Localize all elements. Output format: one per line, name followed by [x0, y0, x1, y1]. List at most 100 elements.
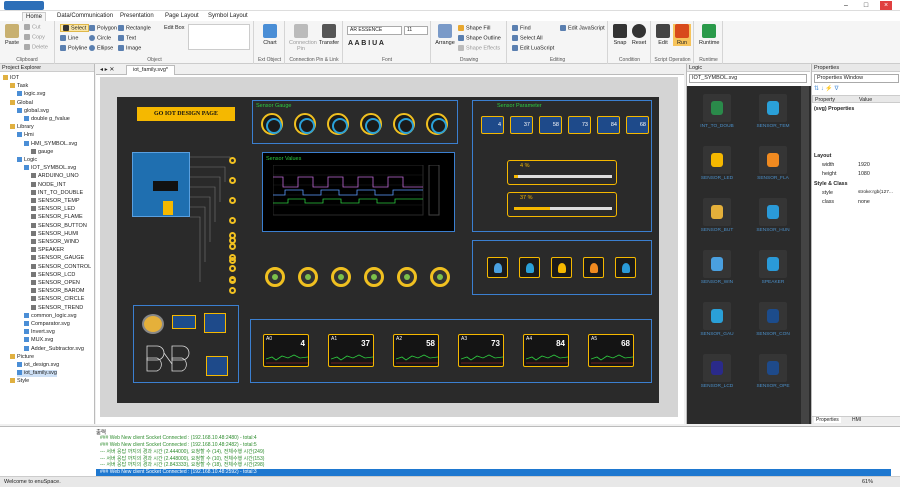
sensor-symbol[interactable]: [487, 257, 508, 278]
tree-item[interactable]: HMI_SYMBOL.svg: [24, 141, 77, 148]
rectangle-button[interactable]: Rectangle: [118, 25, 151, 31]
tree-item[interactable]: global.svg: [17, 108, 49, 115]
logic-symbol[interactable]: SENSOR_HUN: [746, 196, 800, 240]
runtime-button[interactable]: Runtime: [699, 24, 719, 46]
shape-fill-button[interactable]: Shape Fill: [458, 25, 490, 31]
maximize-icon[interactable]: □: [860, 1, 872, 10]
sensor-symbol[interactable]: [615, 257, 636, 278]
edit-luascript-button[interactable]: Edit LuaScript: [512, 45, 554, 51]
tree-item[interactable]: SENSOR_GAUGE: [31, 255, 84, 262]
io-pin[interactable]: [229, 265, 236, 272]
font-style-buttons[interactable]: A A B I U A: [348, 40, 384, 47]
tree-item[interactable]: Picture: [10, 354, 34, 361]
control-knob[interactable]: [397, 267, 417, 287]
logic-symbol[interactable]: SENSOR_TEM: [746, 92, 800, 136]
sensor-symbol[interactable]: [583, 257, 604, 278]
doc-nav-arrows[interactable]: ◂ ▸ ✕: [100, 66, 114, 73]
logic-symbol[interactable]: SENSOR_GAU: [690, 300, 744, 344]
tree-item[interactable]: ARDUINO_UNO: [31, 173, 79, 180]
tree-item[interactable]: IOT: [3, 75, 19, 82]
io-pin[interactable]: [229, 197, 236, 204]
logic-symbol[interactable]: SENSOR_FLA: [746, 144, 800, 188]
tree-item[interactable]: IOT_SYMBOL.svg: [24, 165, 76, 172]
tree-item[interactable]: common_logic.svg: [24, 313, 77, 320]
logic-symbol[interactable]: SPEAKER: [746, 248, 800, 292]
hmi-stage[interactable]: GO IOT DESIGN PAGE Sensor Gauge Sensor P…: [117, 97, 659, 403]
delete-button[interactable]: Delete: [24, 44, 48, 50]
design-canvas[interactable]: GO IOT DESIGN PAGE Sensor Gauge Sensor P…: [100, 77, 678, 417]
tree-item[interactable]: Invert.svg: [24, 329, 55, 336]
style-row[interactable]: style stroke:rgb(127...: [812, 189, 900, 197]
paste-button[interactable]: Paste: [3, 24, 21, 46]
logic-symbol[interactable]: SENSOR_CON: [746, 300, 800, 344]
arduino-uno-board[interactable]: [132, 152, 190, 217]
tree-item[interactable]: double g_fvalue: [24, 116, 70, 123]
properties-window-select[interactable]: Properties Window: [814, 74, 899, 83]
polygon-button[interactable]: Polygon: [89, 25, 117, 31]
arrange-button[interactable]: Arrange: [434, 24, 456, 46]
select-all-button[interactable]: Select All: [512, 35, 543, 41]
snap-button[interactable]: Snap: [611, 24, 629, 46]
logic-symbol[interactable]: INT_TO_DOUB: [690, 92, 744, 136]
style-class-section[interactable]: Style & Class: [812, 180, 900, 188]
font-size-select[interactable]: 11: [404, 26, 428, 35]
select-button[interactable]: Select: [60, 24, 90, 33]
tree-item[interactable]: gauge: [31, 149, 53, 156]
tree-item[interactable]: Adder_Subtractor.svg: [24, 346, 84, 353]
minimize-icon[interactable]: –: [840, 1, 852, 10]
tree-item[interactable]: SENSOR_CIRCLE: [31, 296, 84, 303]
edit-script-button[interactable]: Edit: [654, 24, 672, 46]
ellipse-button[interactable]: Ellipse: [89, 45, 113, 51]
mini-trend[interactable]: A2 58: [393, 334, 439, 367]
mini-trend[interactable]: A4 84: [523, 334, 569, 367]
tree-item[interactable]: SENSOR_LCD: [31, 272, 75, 279]
tab-properties[interactable]: Properties: [814, 417, 841, 423]
slider-1-track[interactable]: [514, 175, 612, 178]
find-button[interactable]: Find: [512, 25, 531, 31]
io-pin[interactable]: [229, 217, 236, 224]
svg-properties-section[interactable]: (svg) Properties: [812, 105, 900, 113]
tab-data-communication[interactable]: Data/Communication: [54, 12, 116, 21]
edit-box-button[interactable]: Edit Box: [164, 25, 184, 31]
tree-item[interactable]: SENSOR_WIND: [31, 239, 79, 246]
tab-symbol-layout[interactable]: Symbol Layout: [205, 12, 251, 21]
tree-item[interactable]: SENSOR_FLAME: [31, 214, 83, 221]
parameter-value[interactable]: 84: [597, 116, 620, 134]
tree-item[interactable]: SENSOR_HUMI: [31, 231, 78, 238]
sensor-gauge[interactable]: [327, 113, 349, 135]
copy-button[interactable]: Copy: [24, 34, 45, 40]
io-pin[interactable]: [229, 157, 236, 164]
io-pin[interactable]: [229, 254, 236, 261]
mini-trend[interactable]: A1 37: [328, 334, 374, 367]
push-button-icon[interactable]: [142, 314, 164, 334]
tree-item[interactable]: SENSOR_BUTTON: [31, 223, 87, 230]
parameter-value[interactable]: 73: [568, 116, 591, 134]
logic-symbol[interactable]: SENSOR_LED: [690, 144, 744, 188]
tree-item[interactable]: SENSOR_BAROM: [31, 288, 84, 295]
chart-button[interactable]: Chart: [261, 24, 279, 46]
tree-item[interactable]: Logic: [17, 157, 37, 164]
sensor-gauge[interactable]: [294, 113, 316, 135]
tree-item[interactable]: SENSOR_TEMP: [31, 198, 80, 205]
io-pin[interactable]: [229, 243, 236, 250]
document-tab[interactable]: iot_family.svg*: [126, 65, 176, 75]
connection-pin-button[interactable]: Connection Pin: [289, 24, 317, 52]
tab-presentation[interactable]: Presentation: [117, 12, 157, 21]
tree-item[interactable]: SENSOR_LED: [31, 206, 75, 213]
sensor-gauge[interactable]: [393, 113, 415, 135]
logic-file-select[interactable]: IOT_SYMBOL.svg: [689, 74, 807, 83]
parameter-value[interactable]: 4: [481, 116, 504, 134]
tab-page-layout[interactable]: Page Layout: [162, 12, 202, 21]
tree-item[interactable]: SENSOR_OPEN: [31, 280, 80, 287]
logic-symbol[interactable]: SENSOR_BUT: [690, 196, 744, 240]
go-iot-design-page-button[interactable]: GO IOT DESIGN PAGE: [137, 107, 235, 121]
parameter-value[interactable]: 68: [626, 116, 649, 134]
image-button[interactable]: Image: [118, 45, 141, 51]
class-row[interactable]: class none: [812, 198, 900, 206]
text-button[interactable]: Text: [118, 35, 136, 41]
tree-item[interactable]: iot_family.svg: [17, 370, 57, 378]
switch-icon[interactable]: [172, 315, 196, 329]
tree-item[interactable]: iot_design.svg: [17, 362, 59, 369]
layout-section[interactable]: Layout: [812, 152, 900, 160]
mini-trend[interactable]: A3 73: [458, 334, 504, 367]
